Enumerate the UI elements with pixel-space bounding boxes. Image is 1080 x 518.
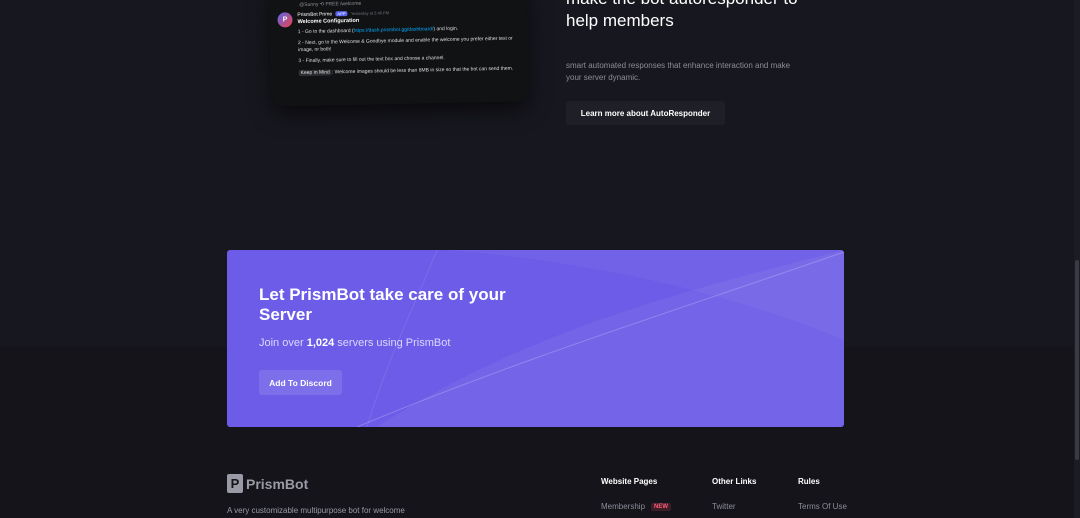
- discord-message-preview: @Sunny ⟲ FREE /welcome P PrismBot Prime …: [268, 0, 530, 107]
- footer-link-twitter[interactable]: Twitter: [712, 502, 756, 511]
- new-badge: NEW: [651, 502, 672, 511]
- logo-text: PrismBot: [246, 475, 309, 492]
- message-content: PrismBot Prime APP Yesterday at 2:46 PM …: [297, 8, 518, 77]
- message-row: P PrismBot Prime APP Yesterday at 2:46 P…: [277, 8, 518, 77]
- cta-subtitle: Join over 1,024 servers using PrismBot: [259, 337, 451, 349]
- prismbot-logo-icon: P: [227, 474, 243, 493]
- step-2: 2 - Next, go to the Welcome & Goodbye mo…: [297, 35, 513, 54]
- autoresponder-description: smart automated responses that enhance i…: [566, 61, 791, 82]
- footer-tagline: A very customizable multipurpose bot for…: [227, 506, 405, 515]
- reply-reference: @Sunny ⟲ FREE /welcome: [299, 0, 362, 9]
- footer-link-membership[interactable]: Membership NEW: [601, 502, 672, 511]
- bot-avatar: P: [277, 12, 293, 28]
- footer-column-title: Rules: [798, 477, 820, 486]
- bot-name: PrismBot Prime: [297, 11, 333, 19]
- footer-column-title: Website Pages: [601, 477, 658, 486]
- footer-column-other-links: Other Links Twitter: [712, 477, 756, 511]
- page-scrollbar-thumb[interactable]: [1075, 260, 1079, 460]
- step-3: 3 - Finally, make sure to fill out the t…: [298, 55, 445, 65]
- add-to-discord-button[interactable]: Add To Discord: [259, 370, 342, 395]
- footer-column-title: Other Links: [712, 477, 757, 486]
- cta-banner: Let PrismBot take care of your Server Jo…: [227, 250, 844, 427]
- cta-title: Let PrismBot take care of your Server: [259, 285, 506, 324]
- dashboard-link[interactable]: https://dash.prismbot.gg/dashboard/: [354, 26, 434, 34]
- server-count: 1,024: [306, 337, 335, 349]
- app-badge: APP: [335, 11, 348, 17]
- footer-link-terms-of-use[interactable]: Terms Of Use: [798, 502, 847, 511]
- footer-column-website-pages: Website Pages Membership NEW: [601, 477, 672, 511]
- footer-logo[interactable]: P PrismBot: [227, 474, 308, 493]
- step-1: 1 - Go to the dashboard (https://dash.pr…: [297, 25, 459, 36]
- footer-column-rules: Rules Terms Of Use: [798, 477, 847, 511]
- learn-more-autoresponder-button[interactable]: Learn more about AutoResponder: [566, 101, 725, 125]
- autoresponder-heading: make the bot autoresponder to help membe…: [566, 0, 798, 30]
- keep-in-mind-note: Keep in Mind: Welcome images should be l…: [298, 65, 514, 77]
- message-timestamp: Yesterday at 2:46 PM: [350, 10, 390, 17]
